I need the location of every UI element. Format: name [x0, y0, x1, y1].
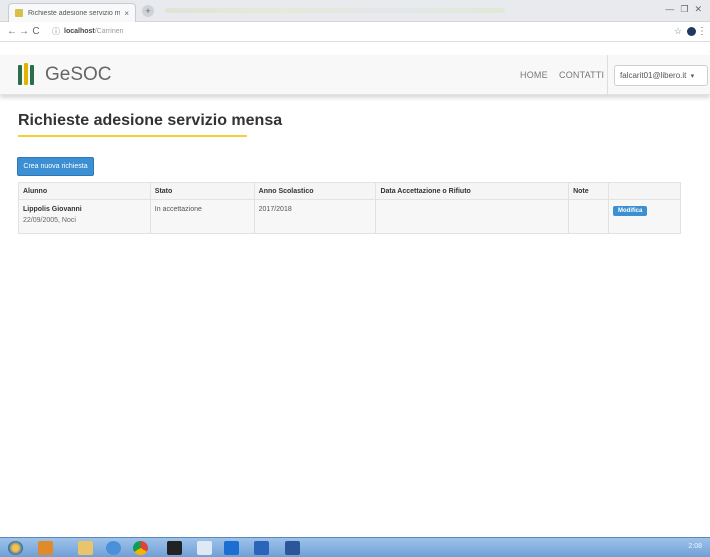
favicon-icon	[15, 9, 23, 17]
header-stato: Stato	[149, 182, 255, 200]
word-icon[interactable]	[285, 541, 300, 555]
info-icon[interactable]: ⓘ	[52, 26, 60, 37]
table-header-row: Alunno Stato Anno Scolastico Data Accett…	[18, 182, 681, 200]
browser-menu-icon[interactable]: ⋮	[697, 26, 707, 37]
close-window-icon[interactable]: ✕	[694, 4, 702, 15]
close-tab-icon[interactable]: ×	[124, 9, 129, 18]
document-icon[interactable]	[197, 541, 212, 555]
address-path: /Carrinen	[94, 28, 124, 35]
cell-actions: Modifica	[608, 199, 681, 234]
media-player-icon[interactable]	[38, 541, 53, 555]
cell-note	[568, 199, 610, 234]
screen: Richieste adesione servizio mens × + — ❐…	[0, 0, 710, 557]
back-icon[interactable]: ←	[6, 26, 18, 37]
os-taskbar: 2:08	[0, 537, 710, 557]
reload-icon[interactable]: C	[30, 26, 42, 37]
table-row: Lippolis Giovanni 22/09/2005, Noci In ac…	[18, 199, 681, 234]
brand-name[interactable]: GeSOC	[45, 64, 112, 86]
cell-data	[375, 199, 570, 234]
header-actions	[608, 182, 681, 200]
maximize-icon[interactable]: ❐	[680, 4, 688, 15]
address-host: localhost	[64, 28, 95, 35]
cutlery-logo-icon[interactable]	[18, 63, 36, 85]
system-tray-clock[interactable]: 2:08	[688, 543, 702, 550]
start-icon[interactable]	[8, 541, 23, 555]
chrome-icon[interactable]	[133, 541, 148, 555]
address-input[interactable]: localhost/Carrinen	[64, 28, 124, 35]
spoon-icon	[30, 65, 34, 85]
header-note: Note	[568, 182, 610, 200]
bookmark-star-icon[interactable]: ☆	[674, 26, 682, 37]
cell-alunno: Lippolis Giovanni 22/09/2005, Noci	[18, 199, 151, 234]
header-alunno: Alunno	[18, 182, 151, 200]
user-dropdown[interactable]: falcarit01@libero.it ▾	[614, 65, 708, 86]
browser-tab-title: Richieste adesione servizio mens	[28, 9, 121, 17]
user-email: falcarit01@libero.it	[620, 71, 687, 80]
nav-link-home[interactable]: HOME	[520, 70, 548, 80]
window-controls: — ❐ ✕	[665, 4, 702, 15]
extension-icon[interactable]	[687, 27, 696, 36]
cell-stato: In accettazione	[149, 199, 255, 234]
title-underline	[18, 135, 247, 137]
navbar-divider	[607, 55, 608, 95]
browser-tab[interactable]: Richieste adesione servizio mens ×	[8, 3, 136, 22]
requests-table: Alunno Stato Anno Scolastico Data Accett…	[18, 182, 681, 234]
teamviewer-icon[interactable]	[224, 541, 239, 555]
fork-icon	[18, 65, 22, 85]
terminal-icon[interactable]	[167, 541, 182, 555]
cell-anno: 2017/2018	[253, 199, 377, 234]
ie-icon[interactable]	[106, 541, 121, 555]
edit-button[interactable]: Modifica	[613, 206, 648, 216]
folder-icon[interactable]	[78, 541, 93, 555]
student-name: Lippolis Giovanni	[23, 206, 82, 213]
app-navbar: GeSOC HOME CONTATTI falcarit01@libero.it…	[0, 55, 710, 95]
outlook-icon[interactable]	[254, 541, 269, 555]
minimize-icon[interactable]: —	[665, 4, 674, 15]
page-title: Richieste adesione servizio mensa	[18, 112, 283, 129]
knife-icon	[24, 63, 28, 85]
address-bar-row: ← → C ⓘ localhost/Carrinen ☆ ⋮	[0, 22, 710, 42]
header-data-accettazione: Data Accettazione o Rifiuto	[375, 182, 570, 200]
student-birth-info: 22/09/2005, Noci	[23, 217, 76, 224]
header-anno-scolastico: Anno Scolastico	[253, 182, 377, 200]
browser-tab-bar: Richieste adesione servizio mens × + — ❐…	[0, 0, 710, 22]
forward-icon[interactable]: →	[18, 26, 30, 37]
chevron-down-icon: ▾	[690, 73, 695, 80]
new-tab-button[interactable]: +	[142, 5, 154, 17]
tab-bar-background	[165, 8, 505, 13]
create-request-button[interactable]: Crea nuova richiesta	[17, 157, 94, 176]
nav-link-contatti[interactable]: CONTATTI	[559, 70, 604, 80]
